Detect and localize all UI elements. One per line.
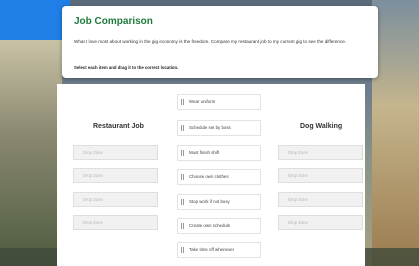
restaurant-drop-zone-1[interactable]: Drop Zone: [73, 145, 158, 160]
restaurant-drop-zone-3[interactable]: Drop Zone: [73, 192, 158, 207]
restaurant-drop-zone-2[interactable]: Drop Zone: [73, 168, 158, 183]
item-label: Must finish shift: [189, 150, 220, 155]
draggable-item[interactable]: Stop work if not busy: [177, 194, 261, 210]
dog-walking-drop-zone-2[interactable]: Drop Zone: [278, 168, 363, 183]
item-label: Choose own clothes: [189, 174, 229, 179]
draggable-item[interactable]: Choose own clothes: [177, 169, 261, 185]
dog-walking-heading: Dog Walking: [300, 123, 343, 130]
dog-walking-drop-zone-1[interactable]: Drop Zone: [278, 145, 363, 160]
instruction-text: Select each item and drag it to the corr…: [74, 65, 179, 70]
drag-handle-icon[interactable]: [181, 247, 184, 253]
drag-handle-icon[interactable]: [181, 150, 184, 156]
draggable-item[interactable]: Wear uniform: [177, 94, 261, 110]
item-label: Wear uniform: [189, 99, 216, 104]
item-label: Stop work if not busy: [189, 199, 230, 204]
header-card: Job Comparison What I love most about wo…: [62, 6, 378, 78]
draggable-item[interactable]: Take time off whenever: [177, 242, 261, 258]
background-scene-left: [0, 40, 62, 266]
item-label: Create own schedule: [189, 223, 231, 228]
drag-handle-icon[interactable]: [181, 199, 184, 205]
drag-handle-icon[interactable]: [181, 125, 184, 131]
drag-handle-icon[interactable]: [181, 223, 184, 229]
draggable-item[interactable]: Schedule set by boss: [177, 120, 261, 136]
dog-walking-drop-zone-3[interactable]: Drop Zone: [278, 192, 363, 207]
background-scene-right: [372, 0, 419, 266]
dog-walking-drop-zone-4[interactable]: Drop Zone: [278, 215, 363, 230]
restaurant-job-heading: Restaurant Job: [93, 123, 144, 130]
background-blue-bar: [0, 0, 70, 40]
draggable-item[interactable]: Must finish shift: [177, 145, 261, 161]
restaurant-drop-zone-4[interactable]: Drop Zone: [73, 215, 158, 230]
draggable-item[interactable]: Create own schedule: [177, 218, 261, 234]
page-title: Job Comparison: [74, 16, 153, 27]
drag-handle-icon[interactable]: [181, 99, 184, 105]
item-label: Take time off whenever: [189, 247, 235, 252]
drag-handle-icon[interactable]: [181, 174, 184, 180]
item-label: Schedule set by boss: [189, 125, 231, 130]
description-text: What I love most about working in the gi…: [74, 39, 347, 44]
